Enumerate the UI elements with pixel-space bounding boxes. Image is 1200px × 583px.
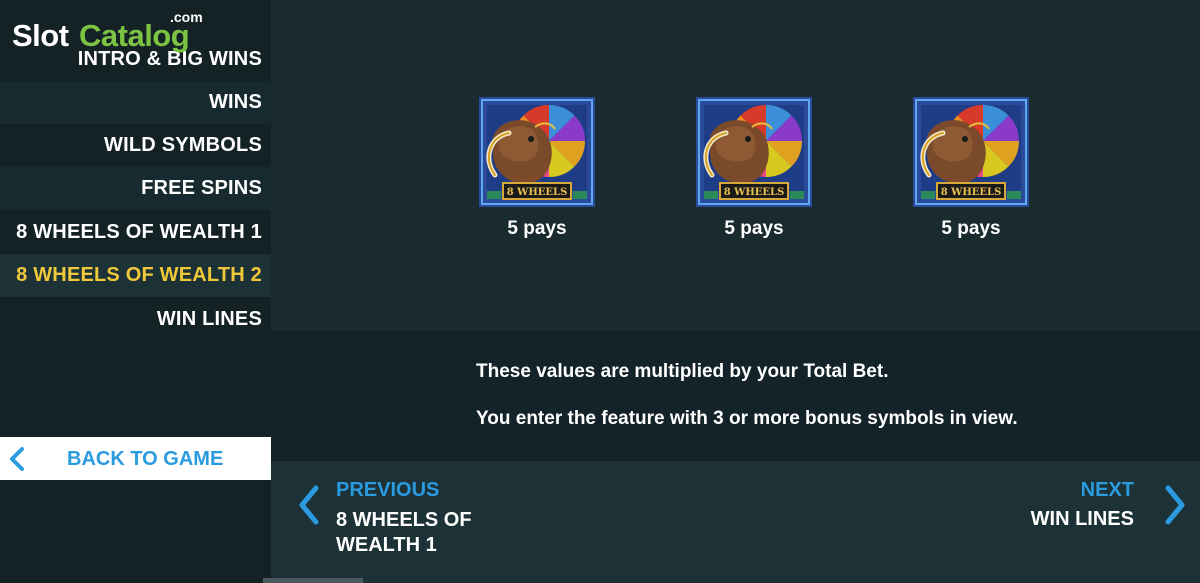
chevron-left-icon[interactable] — [298, 485, 320, 525]
symbol-pays: 5 pays — [507, 218, 567, 239]
menu-item-free-spins[interactable]: FREE SPINS — [0, 167, 271, 210]
menu-item-win-lines[interactable]: WIN LINES — [0, 298, 271, 341]
previous-button[interactable]: PREVIOUS — [336, 479, 439, 502]
menu-item-label: 8 WHEELS OF WEALTH 1 — [16, 221, 262, 243]
symbol-pays: 5 pays — [724, 218, 784, 239]
menu-item-label: WIN LINES — [156, 308, 262, 330]
previous-target-label[interactable]: 8 WHEELS OF WEALTH 1 — [336, 508, 496, 558]
info-text-feature: You enter the feature with 3 or more bon… — [476, 408, 1018, 429]
menu-item-wins[interactable]: WINS — [0, 81, 271, 124]
elephant-wheel-symbol — [696, 97, 812, 207]
elephant-wheel-symbol — [479, 97, 595, 207]
info-text-multiplier: These values are multiplied by your Tota… — [476, 361, 889, 382]
info-panel: These values are multiplied by your Tota… — [271, 331, 1200, 461]
menu-item-8-wheels-of-wealth-1[interactable]: 8 WHEELS OF WEALTH 1 — [0, 211, 271, 254]
menu-item-label: FREE SPINS — [141, 177, 262, 199]
menu-item-label: 8 WHEELS OF WEALTH 2 — [16, 264, 262, 286]
menu-item-label: WILD SYMBOLS — [104, 134, 262, 156]
chevron-right-icon[interactable] — [1164, 485, 1186, 525]
elephant-wheel-symbol — [913, 97, 1029, 207]
sidebar: Slot Catalog .com INTRO & BIG WINS WINS … — [0, 0, 271, 583]
next-button[interactable]: NEXT — [1081, 479, 1134, 502]
menu-item-8-wheels-of-wealth-2[interactable]: 8 WHEELS OF WEALTH 2 — [0, 254, 271, 297]
scrollbar-thumb[interactable] — [263, 578, 363, 583]
logo-text-slot: Slot — [12, 18, 69, 53]
back-to-game-label: BACK TO GAME — [67, 448, 224, 470]
symbol-pays: 5 pays — [941, 218, 1001, 239]
symbols-panel: 5 pays 5 pays 5 pays — [271, 0, 1200, 331]
back-to-game-button[interactable]: BACK TO GAME — [0, 437, 271, 480]
chevron-left-icon — [10, 447, 24, 471]
page-navigation: PREVIOUS 8 WHEELS OF WEALTH 1 NEXT WIN L… — [271, 461, 1200, 583]
menu-item-label: WINS — [208, 91, 262, 113]
next-target-label[interactable]: WIN LINES — [1031, 508, 1134, 531]
logo-text-com: .com — [170, 9, 203, 25]
menu-item-wild-symbols[interactable]: WILD SYMBOLS — [0, 124, 271, 167]
